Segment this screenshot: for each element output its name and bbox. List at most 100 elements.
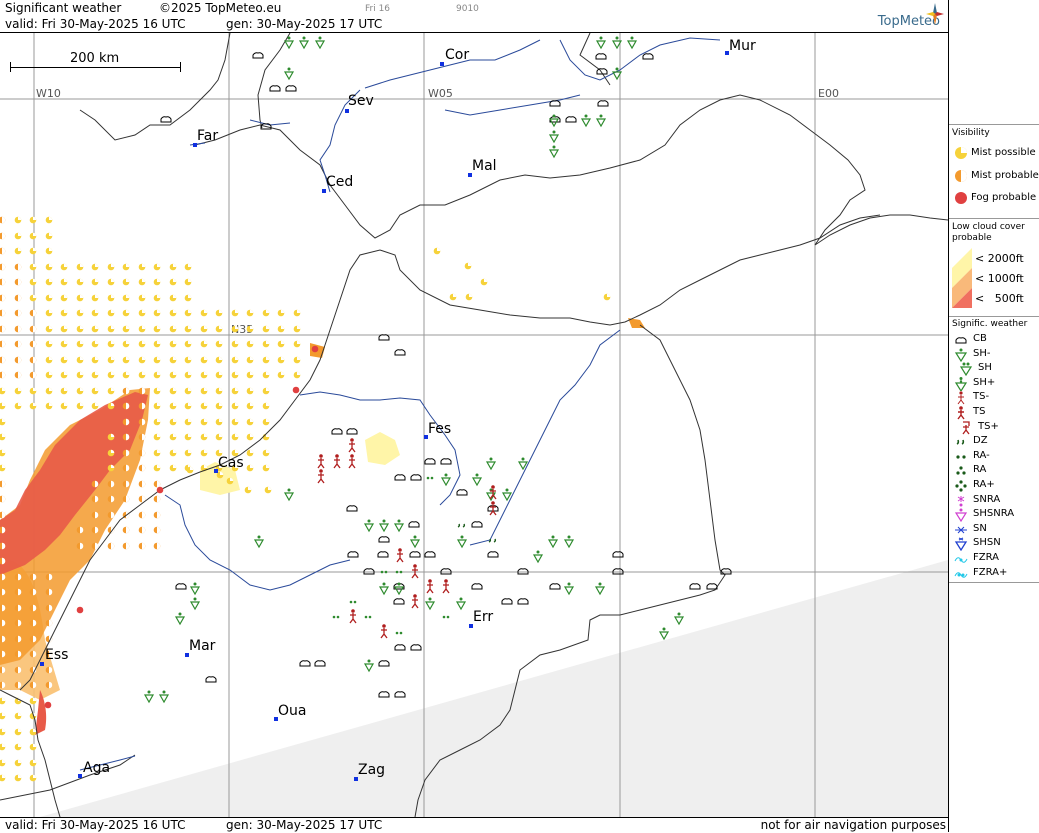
mo-symbol xyxy=(138,511,146,519)
city-label: Mar xyxy=(189,638,216,654)
cb-symbol xyxy=(347,551,359,558)
mp-symbol xyxy=(246,371,254,379)
mp-symbol xyxy=(138,340,146,348)
sh--symbol xyxy=(548,130,560,144)
mp-symbol xyxy=(76,309,84,317)
mo-symbol xyxy=(122,495,130,503)
mp-symbol xyxy=(244,486,252,494)
mo-symbol xyxy=(14,681,22,689)
city-label: Ced xyxy=(326,174,353,190)
mp-symbol xyxy=(184,294,192,302)
mo-symbol xyxy=(29,356,37,364)
sh--symbol xyxy=(548,114,560,128)
cb-symbol xyxy=(378,691,390,698)
mp-symbol xyxy=(184,309,192,317)
mo-symbol xyxy=(0,247,6,255)
mp-symbol xyxy=(45,216,53,224)
mo-symbol xyxy=(14,325,22,333)
legend-sigwx-cb: CB xyxy=(949,332,1039,347)
mp-symbol xyxy=(29,774,37,782)
mp-symbol xyxy=(246,464,254,472)
mp-symbol xyxy=(76,402,84,410)
mp-symbol xyxy=(231,371,239,379)
cb-symbol xyxy=(378,536,390,543)
sh--icon xyxy=(954,348,968,362)
cb-symbol xyxy=(299,660,311,667)
valid-time: valid: Fri 30-May-2025 16 UTC xyxy=(5,17,186,31)
mp-symbol xyxy=(153,340,161,348)
visibility-areas xyxy=(0,318,645,735)
mp-symbol xyxy=(169,387,177,395)
mp-symbol xyxy=(91,402,99,410)
mo-symbol xyxy=(122,480,130,488)
low-cloud-500: < 500ft xyxy=(975,292,1024,305)
sh--symbol xyxy=(658,627,670,641)
mp-symbol xyxy=(138,325,146,333)
legend-sigwx-shsnra: SHSNRA xyxy=(949,507,1039,523)
city-label: Ess xyxy=(45,647,68,663)
mp-symbol xyxy=(153,371,161,379)
sh--symbol xyxy=(580,114,592,128)
ts-symbol xyxy=(411,594,419,609)
mp-symbol xyxy=(465,293,473,301)
mp-symbol xyxy=(0,712,6,720)
weather-map[interactable]: W10 W05 E00 N35 Cor Mur Sev Far Ced Mal … xyxy=(0,33,948,817)
sh--symbol xyxy=(298,36,310,50)
grid-label-w10: W10 xyxy=(36,87,61,100)
mo-symbol xyxy=(122,526,130,534)
mo-symbol xyxy=(0,480,6,488)
mp-symbol xyxy=(293,356,301,364)
mp-symbol xyxy=(184,356,192,364)
ts-symbol xyxy=(411,564,419,579)
mp-symbol xyxy=(45,371,53,379)
mp-symbol xyxy=(29,294,37,302)
mo-symbol xyxy=(0,340,6,348)
mp-symbol xyxy=(45,325,53,333)
low-cloud-ramp xyxy=(952,248,972,308)
city-mur: Mur xyxy=(725,38,756,55)
mp-symbol xyxy=(262,464,270,472)
cb-symbol xyxy=(595,53,607,60)
mp-symbol xyxy=(246,325,254,333)
mp-symbol xyxy=(0,433,6,441)
cb-symbol xyxy=(440,568,452,575)
cb-symbol xyxy=(331,428,343,435)
mp-symbol xyxy=(246,418,254,426)
mp-symbol xyxy=(200,356,208,364)
mp-symbol xyxy=(153,433,161,441)
sh--symbol xyxy=(471,473,483,487)
mp-symbol xyxy=(107,263,115,271)
sh-icon xyxy=(959,362,973,377)
low-cloud-2000: < 2000ft xyxy=(975,252,1024,265)
mp-symbol xyxy=(262,402,270,410)
mp-symbol xyxy=(169,263,177,271)
mp-symbol xyxy=(184,371,192,379)
sh--symbol xyxy=(189,597,201,611)
legend-sigwx-dz: DZ xyxy=(949,434,1039,449)
mo-symbol xyxy=(153,526,161,534)
fzra-plus-icon xyxy=(954,571,968,578)
cb-symbol xyxy=(501,598,513,605)
sh--symbol xyxy=(253,535,265,549)
sigwx-legend-title: Signific. weather xyxy=(952,319,1028,329)
legend-sigwx-ts: TS xyxy=(949,405,1039,420)
legend-mist-probable: Mist probable xyxy=(949,168,1039,184)
mo-symbol xyxy=(29,619,37,627)
mp-symbol xyxy=(231,418,239,426)
fog-symbol xyxy=(156,486,164,494)
mo-symbol xyxy=(0,278,6,286)
ra-plus-icon xyxy=(955,480,967,492)
mo-symbol xyxy=(29,340,37,348)
mp-symbol xyxy=(169,433,177,441)
sh--symbol xyxy=(456,535,468,549)
sh--symbol xyxy=(283,67,295,81)
city-label: Far xyxy=(197,128,218,144)
mp-symbol xyxy=(60,371,68,379)
mo-symbol xyxy=(0,371,6,379)
mp-symbol xyxy=(262,371,270,379)
cb-icon xyxy=(955,337,967,344)
cb-symbol xyxy=(378,334,390,341)
mp-symbol xyxy=(464,262,472,270)
legend-sigwx-shsn: SHSN xyxy=(949,536,1039,552)
ts-symbol xyxy=(333,454,341,469)
